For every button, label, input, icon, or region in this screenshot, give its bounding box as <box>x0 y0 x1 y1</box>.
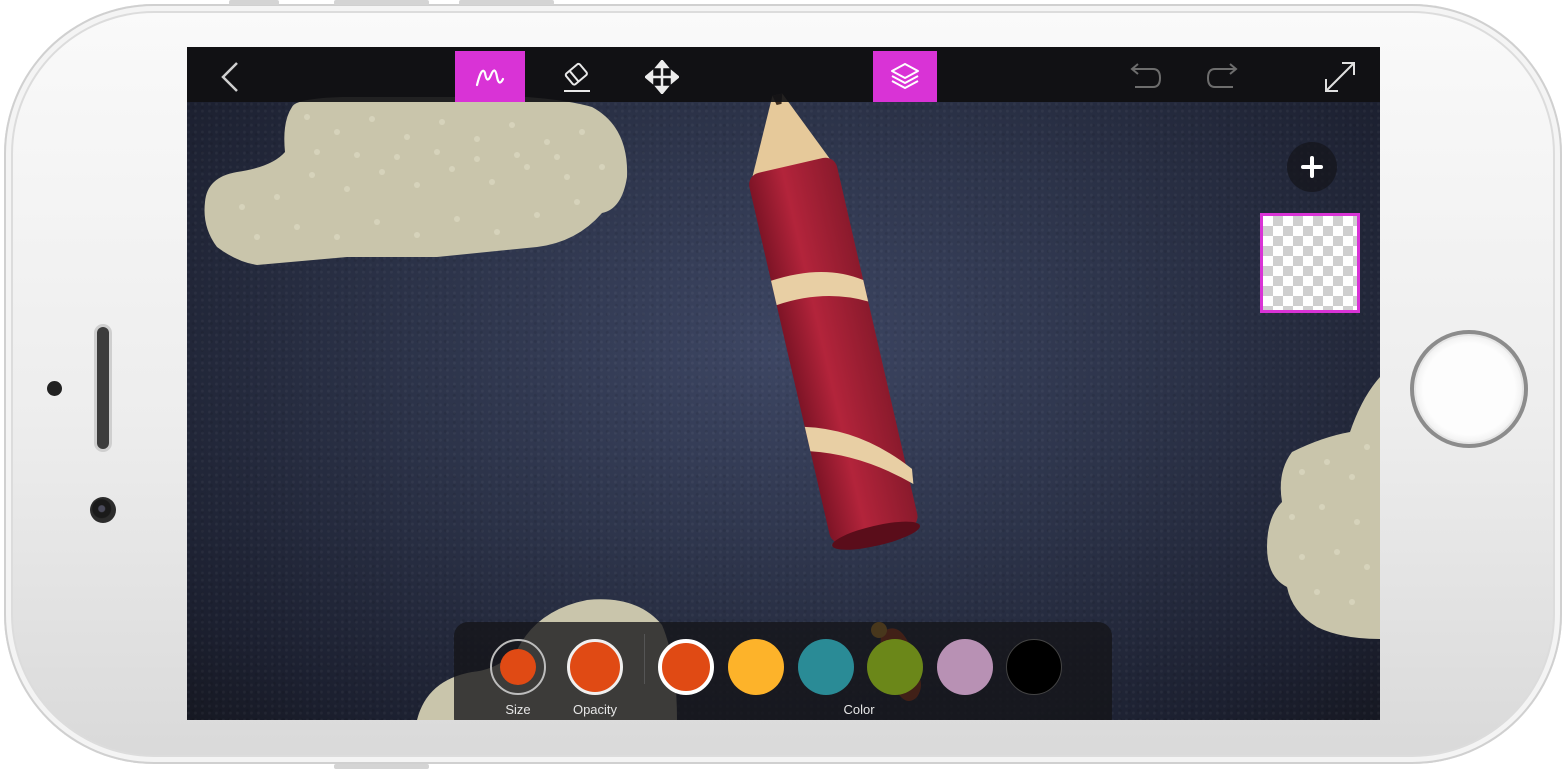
app-screen: Size Opacity Color <box>187 47 1380 720</box>
opacity-control[interactable] <box>567 639 623 695</box>
color-swatch[interactable] <box>937 639 993 695</box>
front-camera <box>90 497 116 523</box>
layers-button[interactable] <box>873 51 937 102</box>
undo-icon <box>1130 62 1162 88</box>
color-swatch[interactable] <box>728 639 784 695</box>
earpiece-speaker <box>97 327 109 449</box>
top-toolbar <box>187 47 1380 102</box>
volume-button <box>459 0 554 5</box>
undo-button[interactable] <box>1109 51 1179 102</box>
move-tool-button[interactable] <box>627 51 697 102</box>
color-swatch[interactable] <box>658 639 714 695</box>
color-label: Color <box>843 702 875 717</box>
expand-icon <box>1325 61 1355 92</box>
brush-palette: Size Opacity Color <box>454 622 1112 720</box>
eraser-tool-button[interactable] <box>542 51 612 102</box>
eraser-icon <box>564 62 590 92</box>
plus-icon <box>1301 156 1323 178</box>
back-button[interactable] <box>195 51 265 102</box>
brush-icon <box>475 68 505 86</box>
home-button[interactable] <box>1410 330 1528 448</box>
brush-size-control[interactable] <box>490 639 546 695</box>
cloud-shape <box>204 97 628 265</box>
size-label: Size <box>505 702 531 717</box>
redo-button[interactable] <box>1189 51 1259 102</box>
proximity-sensor <box>47 381 62 396</box>
power-button <box>334 764 429 769</box>
layer-thumbnail[interactable] <box>1260 213 1360 313</box>
redo-icon <box>1206 62 1238 88</box>
fullscreen-button[interactable] <box>1305 51 1375 102</box>
color-swatch[interactable] <box>1006 639 1062 695</box>
brush-tool-button[interactable] <box>455 51 525 102</box>
color-swatch[interactable] <box>867 639 923 695</box>
layers-icon <box>891 62 919 89</box>
cloud-shape <box>1267 377 1380 639</box>
color-swatch[interactable] <box>798 639 854 695</box>
brush-size-preview <box>500 649 536 685</box>
chevron-left-icon <box>221 61 238 92</box>
add-layer-button[interactable] <box>1287 142 1337 192</box>
move-icon <box>645 59 679 94</box>
palette-divider <box>644 634 645 684</box>
opacity-label: Opacity <box>572 702 618 717</box>
volume-button <box>334 0 429 5</box>
paper-roll-pencil <box>749 93 920 550</box>
mute-switch <box>229 0 279 5</box>
